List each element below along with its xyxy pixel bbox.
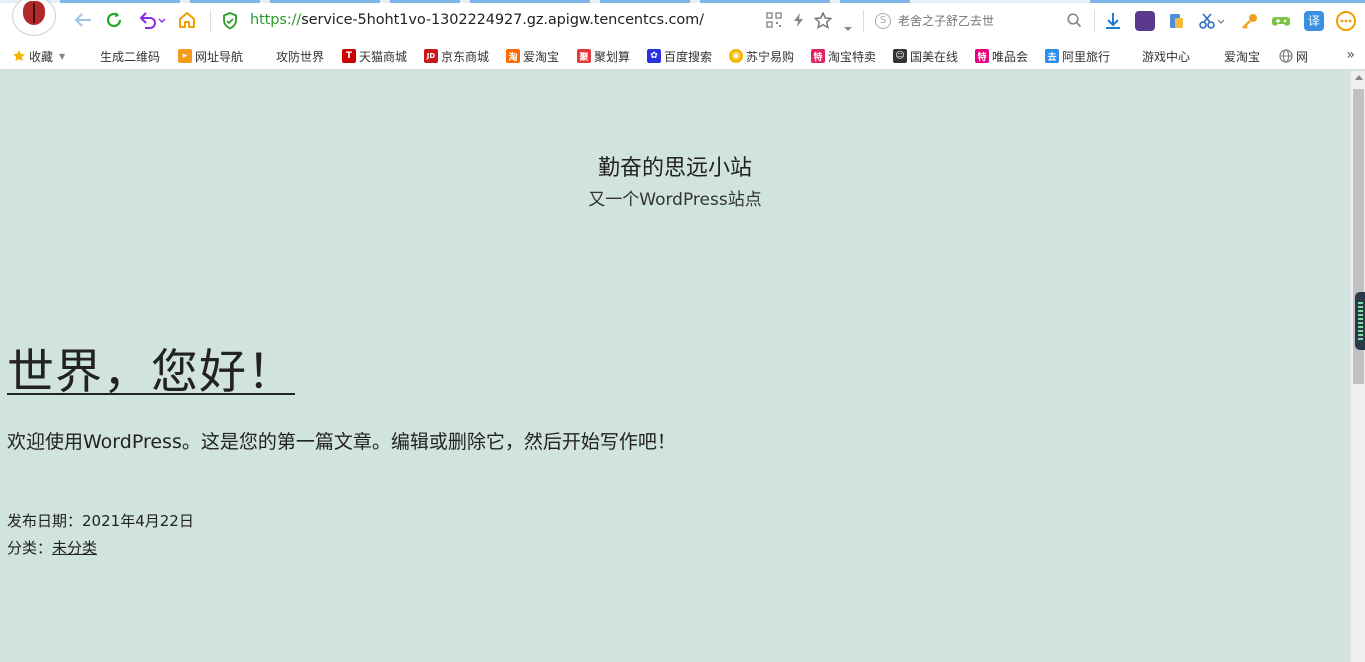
beetle-icon — [23, 1, 45, 25]
post-category: 分类：未分类 — [7, 537, 97, 558]
key-icon[interactable] — [1240, 11, 1260, 31]
refresh-button[interactable] — [103, 9, 125, 31]
back-button[interactable] — [72, 9, 94, 31]
bookmark-item[interactable]: 特 唯品会 — [975, 47, 1028, 65]
screenshot-scissors-icon[interactable] — [1198, 11, 1226, 31]
tab-strip — [0, 0, 1365, 3]
bookmark-item[interactable]: ▸ 网址导航 — [178, 47, 243, 65]
taobao-sale-icon: 特 — [811, 49, 825, 63]
bookmark-item[interactable]: JD 京东商城 — [424, 47, 489, 65]
bookmark-item[interactable]: ◉ 苏宁易购 — [729, 47, 794, 65]
tmall-icon: T — [342, 49, 356, 63]
juhuasuan-icon: 聚 — [577, 49, 591, 63]
bookmark-item[interactable]: 攻防世界 — [262, 47, 324, 134]
bookmarks-overflow-icon[interactable]: » — [1346, 47, 1355, 63]
chevron-down-icon[interactable] — [843, 17, 853, 36]
star-bookmark-icon[interactable] — [813, 11, 833, 33]
globe-icon — [1279, 49, 1293, 63]
address-bar[interactable]: https://service-5hoht1vo-1302224927.gz.a… — [250, 12, 704, 28]
more-menu-icon[interactable] — [1336, 11, 1356, 31]
bookmark-item[interactable]: 聚 聚划算 — [577, 47, 630, 65]
star-icon — [12, 49, 26, 63]
post-title-link[interactable]: 世界，您好！ — [7, 333, 295, 402]
post-content: 欢迎使用WordPress。这是您的第一篇文章。编辑或删除它，然后开始写作吧！ — [7, 431, 676, 453]
search-icon[interactable] — [1067, 13, 1082, 32]
secure-shield-icon[interactable] — [222, 12, 238, 34]
date-value: 2021年4月22日 — [82, 512, 194, 530]
translate-icon[interactable]: 译 — [1304, 11, 1324, 31]
bookmark-item[interactable]: 游戏中心 — [1128, 47, 1190, 134]
ali-travel-icon: 去 — [1045, 49, 1059, 63]
home-icon — [179, 12, 195, 28]
bookmarks-bar: 收藏 ▼ 生成二维码 ▸ 网址导航 攻防世界 T 天猫商城 JD 京东商城 淘 爱… — [0, 42, 1365, 134]
chevron-down-icon: ▼ — [59, 51, 66, 61]
suning-icon: ◉ — [729, 49, 743, 63]
jd-icon: JD — [424, 49, 438, 63]
undo-icon — [139, 12, 166, 29]
bookmark-item[interactable]: 去 阿里旅行 — [1045, 47, 1110, 65]
search-engine-icon[interactable]: S — [875, 13, 891, 29]
extension-cube-icon[interactable] — [1135, 11, 1155, 31]
browser-toolbar: https://service-5hoht1vo-1302224927.gz.a… — [0, 0, 1365, 42]
qr-code-icon[interactable] — [766, 12, 782, 32]
gamepad-icon[interactable] — [1271, 11, 1291, 31]
bookmark-item[interactable]: 爱淘宝 — [1210, 47, 1260, 134]
bookmark-item[interactable]: ✿ 百度搜索 — [647, 47, 712, 65]
home-button[interactable] — [176, 9, 198, 31]
bookmark-item[interactable]: ☺ 国美在线 — [893, 47, 958, 65]
gome-icon: ☺ — [893, 49, 907, 63]
search-input[interactable] — [898, 11, 1063, 31]
category-link[interactable]: 未分类 — [52, 539, 97, 557]
refresh-icon — [106, 12, 122, 28]
equalizer-icon — [1358, 302, 1363, 340]
category-label: 分类： — [7, 539, 53, 557]
back-arrow-icon — [74, 13, 91, 27]
date-label: 发布日期： — [7, 512, 83, 530]
url-host: service-5hoht1vo-1302224927.gz.apigw.ten… — [301, 12, 704, 28]
site-title[interactable]: 勤奋的思远小站 — [0, 150, 1350, 182]
vip-icon: 特 — [975, 49, 989, 63]
web-page: 勤奋的思远小站 又一个WordPress站点 世界，您好！ 欢迎使用WordPr… — [0, 71, 1350, 662]
download-icon[interactable] — [1103, 11, 1123, 31]
bookmark-item[interactable]: 生成二维码 — [86, 47, 160, 134]
browser-logo[interactable] — [12, 0, 56, 36]
bookmark-item[interactable]: 网 — [1279, 47, 1308, 65]
taobao-icon: 淘 — [506, 49, 520, 63]
bookmark-item[interactable]: T 天猫商城 — [342, 47, 407, 65]
post-date: 发布日期：2021年4月22日 — [7, 510, 194, 531]
baidu-paw-icon: ✿ — [647, 49, 661, 63]
undo-close-button[interactable] — [137, 9, 167, 31]
search-box[interactable]: S — [868, 7, 1090, 35]
bookmark-item[interactable]: 特 淘宝特卖 — [811, 47, 876, 65]
scroll-up-arrow-icon[interactable] — [1355, 75, 1363, 80]
nav-arrow-icon: ▸ — [178, 49, 192, 63]
lightning-icon[interactable] — [792, 12, 806, 32]
bookmark-item[interactable]: 淘 爱淘宝 — [506, 47, 559, 65]
bookmark-favorites[interactable]: 收藏 ▼ — [12, 47, 65, 65]
vertical-scrollbar[interactable] — [1350, 71, 1365, 662]
phone-sync-icon[interactable] — [1166, 11, 1186, 31]
url-protocol: https:// — [250, 12, 302, 28]
side-panel-toggle[interactable] — [1355, 292, 1365, 350]
site-description: 又一个WordPress站点 — [588, 190, 762, 210]
